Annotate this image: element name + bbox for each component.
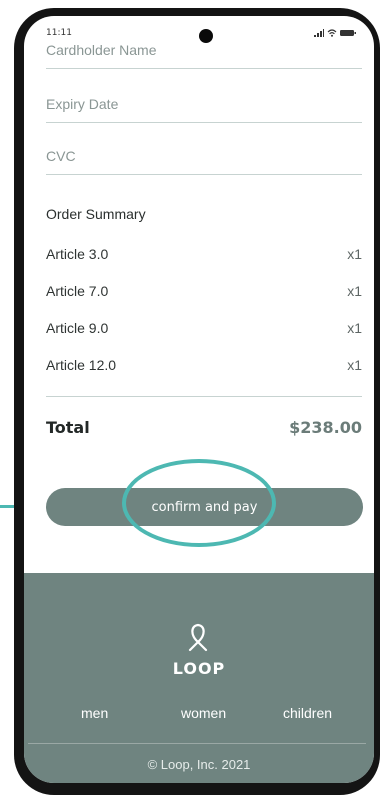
battery-icon bbox=[340, 30, 356, 36]
total-value: $238.00 bbox=[289, 418, 362, 437]
order-item-name: Article 12.0 bbox=[46, 357, 117, 373]
camera-notch bbox=[199, 29, 213, 43]
order-summary-title: Order Summary bbox=[46, 206, 146, 222]
annotation-pointer bbox=[0, 505, 14, 508]
site-footer: LOOP men women children © Loop, Inc. 202… bbox=[24, 573, 374, 783]
cvc-placeholder: CVC bbox=[46, 148, 76, 164]
checkout-screen: 11:11 Cardholder Name Expiry Date CVC Or… bbox=[24, 16, 374, 783]
highlight-ring bbox=[122, 459, 276, 547]
order-item-qty: x1 bbox=[347, 246, 362, 262]
order-item-qty: x1 bbox=[347, 357, 362, 373]
total-label: Total bbox=[46, 418, 90, 437]
order-item-name: Article 3.0 bbox=[46, 246, 109, 262]
footer-divider bbox=[28, 743, 366, 744]
order-item-name: Article 9.0 bbox=[46, 320, 109, 336]
expiry-date-placeholder: Expiry Date bbox=[46, 96, 119, 112]
expiry-date-field[interactable]: Expiry Date bbox=[46, 92, 362, 123]
nav-link-men[interactable]: men bbox=[81, 705, 108, 721]
summary-divider bbox=[46, 396, 362, 397]
status-icons bbox=[314, 29, 356, 37]
order-item-row: Article 3.0 x1 bbox=[46, 246, 362, 262]
copyright-text: © Loop, Inc. 2021 bbox=[147, 757, 251, 772]
annotated-screenshot: 11:11 Cardholder Name Expiry Date CVC Or… bbox=[0, 0, 384, 799]
order-item-row: Article 12.0 x1 bbox=[46, 357, 362, 373]
order-item-qty: x1 bbox=[347, 283, 362, 299]
order-item-name: Article 7.0 bbox=[46, 283, 109, 299]
loop-logo-text: LOOP bbox=[172, 659, 226, 678]
wifi-icon bbox=[327, 29, 337, 37]
status-time: 11:11 bbox=[46, 28, 72, 38]
nav-link-children[interactable]: children bbox=[283, 705, 332, 721]
loop-logo-icon bbox=[188, 623, 208, 652]
signal-icon bbox=[314, 29, 324, 37]
order-item-row: Article 7.0 x1 bbox=[46, 283, 362, 299]
order-item-qty: x1 bbox=[347, 320, 362, 336]
cardholder-name-placeholder: Cardholder Name bbox=[46, 42, 157, 58]
cvc-field[interactable]: CVC bbox=[46, 144, 362, 175]
nav-link-women[interactable]: women bbox=[181, 705, 226, 721]
order-item-row: Article 9.0 x1 bbox=[46, 320, 362, 336]
